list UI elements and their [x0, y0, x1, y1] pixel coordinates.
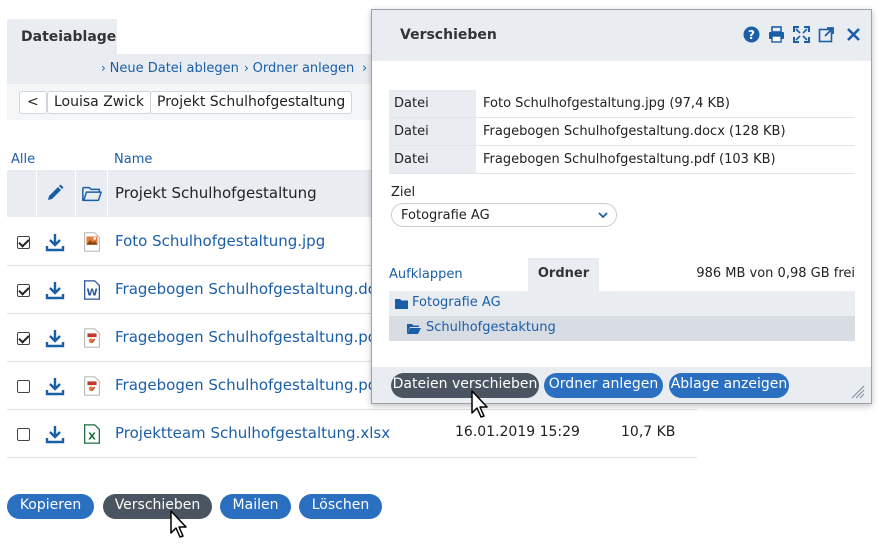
- mail-button[interactable]: Mailen: [220, 494, 291, 519]
- download-icon[interactable]: [45, 232, 65, 252]
- file-name-link[interactable]: Fragebogen Schulhofgestaltung.pdf: [115, 328, 383, 346]
- file-name-link[interactable]: Fragebogen Schulhofgestaltung.docx: [115, 280, 394, 298]
- breadcrumb-item-user[interactable]: Louisa Zwick: [47, 91, 151, 114]
- selected-file-value: Fragebogen Schulhofgestaltung.pdf (103 K…: [483, 152, 776, 167]
- new-file-link[interactable]: › Neue Datei ablegen: [101, 61, 239, 76]
- name-column-header[interactable]: Name: [114, 152, 152, 167]
- resize-handle-icon[interactable]: [851, 385, 865, 399]
- download-icon[interactable]: [45, 328, 65, 348]
- new-folder-link[interactable]: › Ordner anlegen: [244, 61, 354, 76]
- copy-button[interactable]: Kopieren: [7, 494, 94, 519]
- svg-text:W: W: [86, 288, 97, 299]
- file-date: 16.01.2019 15:29: [455, 424, 580, 440]
- show-storage-button[interactable]: Ablage anzeigen: [669, 373, 789, 398]
- selected-file-row: Datei Fragebogen Schulhofgestaltung.pdf (…: [389, 146, 855, 174]
- open-external-icon[interactable]: [818, 26, 835, 43]
- svg-text:X: X: [88, 432, 96, 443]
- help-icon[interactable]: ?: [743, 26, 760, 43]
- folders-header: Aufklappen Ordner 986 MB von 0,98 GB fre…: [389, 258, 855, 291]
- maximize-icon[interactable]: [793, 26, 810, 43]
- print-icon[interactable]: [768, 26, 785, 43]
- excel-file-icon: X: [84, 424, 100, 444]
- breadcrumb-item-folder[interactable]: Projekt Schulhofgestaltung: [150, 91, 353, 114]
- selected-file-value: Fragebogen Schulhofgestaltung.docx (128 …: [483, 124, 786, 139]
- target-label: Ziel: [391, 185, 416, 200]
- select-all-link[interactable]: Alle: [11, 152, 35, 167]
- file-name-link[interactable]: Projektteam Schulhofgestaltung.xlsx: [115, 424, 390, 442]
- selected-file-row: Datei Fragebogen Schulhofgestaltung.docx …: [389, 118, 855, 146]
- file-name-link[interactable]: Fragebogen Schulhofgestaltung.pdf: [115, 376, 383, 394]
- chevron-right-icon: ›: [362, 61, 368, 76]
- close-icon[interactable]: [845, 26, 862, 43]
- word-file-icon: W: [84, 280, 100, 300]
- folder-item-fotografie[interactable]: Fotografie AG: [389, 291, 855, 316]
- new-folder-button[interactable]: Ordner anlegen: [544, 373, 663, 398]
- row-checkbox[interactable]: [17, 284, 30, 297]
- row-checkbox[interactable]: [17, 380, 30, 393]
- selected-file-row: Datei Foto Schulhofgestaltung.jpg (97,4 K…: [389, 90, 855, 118]
- pdf-file-icon: [84, 328, 100, 348]
- pdf-file-icon: [84, 376, 100, 396]
- chevron-right-icon: ›: [244, 61, 253, 75]
- target-select[interactable]: Fotografie AG: [391, 203, 617, 227]
- row-checkbox[interactable]: [17, 236, 30, 249]
- file-name-link[interactable]: Foto Schulhofgestaltung.jpg: [115, 232, 325, 250]
- move-button[interactable]: Verschieben: [103, 494, 212, 519]
- dialog-footer: Dateien verschieben Ordner anlegen Ablag…: [372, 367, 871, 403]
- delete-button[interactable]: Löschen: [299, 494, 382, 519]
- folder-open-icon: [407, 324, 421, 334]
- download-icon[interactable]: [45, 424, 65, 444]
- folders-column-header: Ordner: [528, 258, 599, 291]
- breadcrumb-back-button[interactable]: <: [19, 91, 47, 114]
- row-checkbox[interactable]: [17, 428, 30, 441]
- move-files-button[interactable]: Dateien verschieben: [391, 373, 539, 398]
- file-size: 10,7 KB: [621, 424, 676, 440]
- download-icon[interactable]: [45, 376, 65, 396]
- quota-text: 986 MB von 0,98 GB frei: [696, 266, 855, 281]
- folder-item-schulhof[interactable]: Schulhofgestaktung: [389, 316, 855, 341]
- folder-icon: [395, 299, 408, 309]
- selected-file-kind: Datei: [389, 118, 476, 145]
- expand-link[interactable]: Aufklappen: [389, 267, 463, 282]
- folder-open-icon: [82, 186, 102, 202]
- selected-file-value: Foto Schulhofgestaltung.jpg (97,4 KB): [483, 96, 730, 111]
- tab-dateiablage[interactable]: Dateiablage: [7, 19, 117, 54]
- selected-file-kind: Datei: [389, 90, 476, 117]
- download-icon[interactable]: [45, 280, 65, 300]
- chevron-down-icon: [598, 212, 608, 219]
- table-row: X Projektteam Schulhofgestaltung.xlsx 16.0…: [7, 410, 697, 458]
- chevron-right-icon: ›: [101, 61, 110, 75]
- dialog-title: Verschieben: [400, 27, 497, 43]
- selected-file-kind: Datei: [389, 146, 476, 173]
- mouse-pointer-icon: [170, 510, 187, 538]
- dialog-header: Verschieben ?: [372, 10, 871, 61]
- pencil-icon[interactable]: [45, 183, 65, 203]
- image-file-icon: [84, 232, 100, 252]
- current-folder-name: Projekt Schulhofgestaltung: [115, 184, 317, 202]
- row-checkbox[interactable]: [17, 332, 30, 345]
- move-dialog: Verschieben ? Datei Foto Schulhofgestaltu…: [371, 9, 872, 404]
- mouse-pointer-icon: [471, 390, 488, 418]
- svg-text:?: ?: [748, 28, 755, 42]
